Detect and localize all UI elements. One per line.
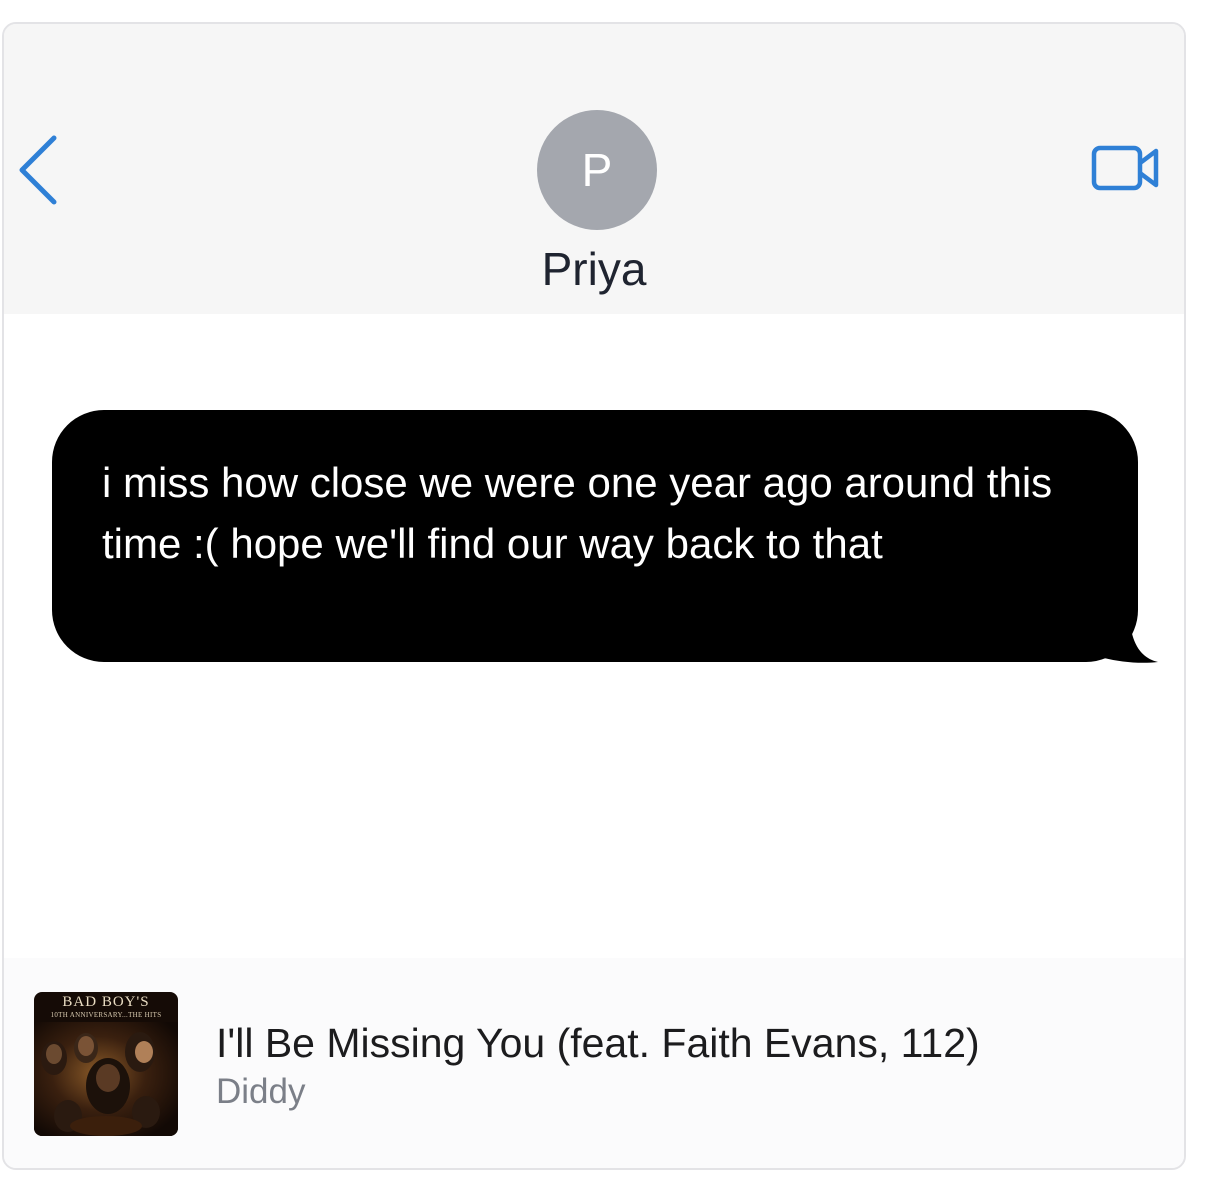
back-button[interactable] [10, 132, 62, 208]
contact-avatar[interactable]: P [537, 110, 657, 230]
video-call-button[interactable] [1090, 142, 1162, 194]
conversation-window: P Priya i miss how close we were one yea… [2, 22, 1186, 1170]
music-card[interactable]: BAD BOY'S 10TH ANNIVERSARY...THE HITS I'… [4, 958, 1184, 1168]
video-camera-icon [1091, 145, 1159, 191]
chevron-left-icon [19, 135, 57, 205]
message-bubble[interactable]: i miss how close we were one year ago ar… [52, 410, 1138, 662]
message-text: i miss how close we were one year ago ar… [102, 459, 1053, 567]
contact-name[interactable]: Priya [4, 242, 1184, 296]
album-art-title: BAD BOY'S [62, 994, 150, 1010]
song-artist: Diddy [216, 1072, 306, 1111]
bubble-tail [1104, 622, 1158, 663]
song-title: I'll Be Missing You (feat. Faith Evans, … [216, 1020, 980, 1066]
album-art-subtitle: 10TH ANNIVERSARY...THE HITS [50, 1011, 162, 1019]
album-photo [34, 1022, 178, 1136]
album-art[interactable]: BAD BOY'S 10TH ANNIVERSARY...THE HITS [34, 992, 178, 1136]
avatar-initial: P [581, 144, 613, 196]
conversation-header: P Priya [4, 24, 1184, 314]
